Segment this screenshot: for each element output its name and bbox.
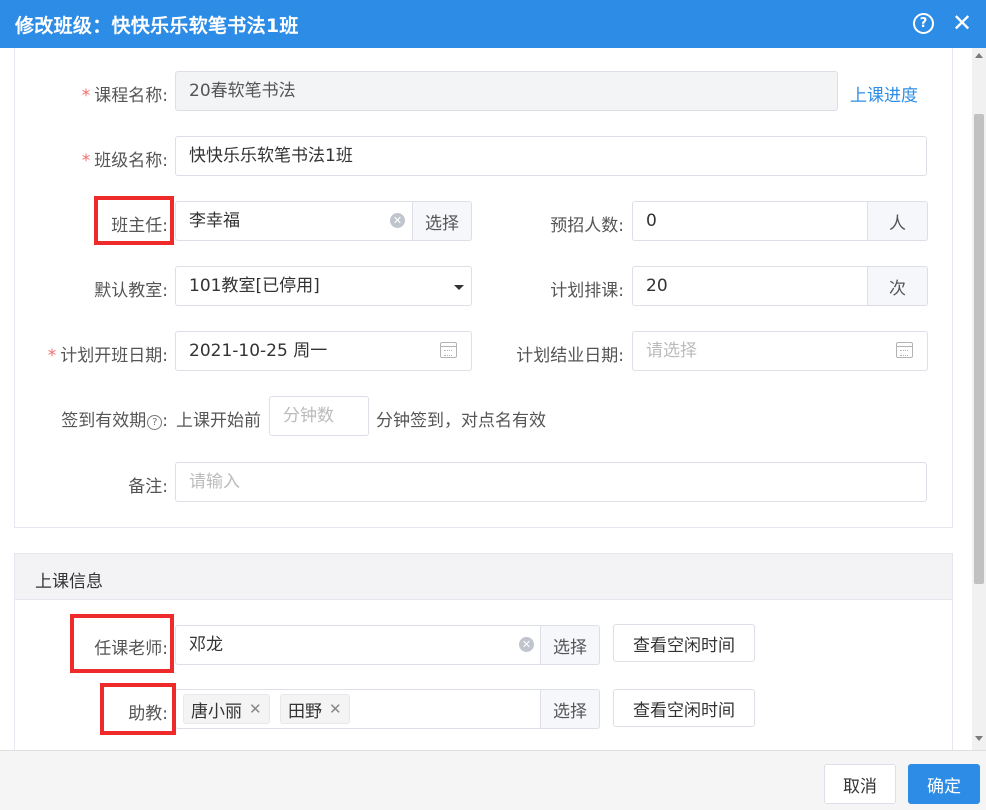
- clear-icon[interactable]: ✕: [519, 637, 534, 652]
- scroll-down-icon[interactable]: [975, 736, 983, 741]
- classroom-label: 默认教室:: [94, 281, 168, 301]
- dialog-footer: 取消 确定: [0, 750, 986, 810]
- remark-input[interactable]: 请输入: [175, 462, 927, 502]
- lesson-progress-link[interactable]: 上课进度: [850, 81, 918, 106]
- checkin-suffix: 分钟签到，对点名有效: [376, 411, 546, 431]
- class-name-input[interactable]: 快快乐乐软笔书法1班: [175, 136, 927, 176]
- enrollment-label: 预招人数:: [550, 216, 624, 236]
- clear-icon[interactable]: ✕: [390, 213, 405, 228]
- end-date-label: 计划结业日期:: [516, 346, 624, 366]
- scrollbar-thumb[interactable]: [974, 114, 984, 584]
- highlight-box-teacher: [70, 614, 174, 673]
- start-date-label: * 计划开班日期:: [47, 346, 168, 366]
- course-name-input[interactable]: 20春软笔书法: [175, 71, 838, 111]
- teacher-free-time-button[interactable]: 查看空闲时间: [613, 624, 755, 662]
- start-date-input[interactable]: 2021-10-25 周一: [175, 331, 472, 371]
- highlight-box-head-teacher: [94, 196, 174, 245]
- scrollbar[interactable]: [972, 48, 986, 750]
- checkin-minutes-input[interactable]: 分钟数: [269, 396, 369, 436]
- question-circle-icon[interactable]: ?: [147, 415, 163, 430]
- course-name-label: * 课程名称:: [81, 86, 168, 106]
- remark-label: 备注:: [128, 477, 168, 497]
- checkin-prefix: 上课开始前: [176, 411, 261, 431]
- scroll-up-icon[interactable]: [975, 53, 983, 58]
- highlight-box-assistant: [100, 683, 176, 735]
- calendar-icon[interactable]: [440, 342, 457, 358]
- calendar-icon[interactable]: [896, 342, 913, 358]
- cancel-button[interactable]: 取消: [824, 764, 896, 804]
- head-teacher-input[interactable]: 李幸福: [175, 201, 413, 241]
- head-teacher-select-button[interactable]: 选择: [412, 201, 472, 241]
- assistant-select-button[interactable]: 选择: [540, 689, 600, 729]
- class-info-header: 上课信息: [15, 554, 952, 600]
- classroom-select[interactable]: 101教室[已停用]: [175, 266, 472, 306]
- enrollment-unit: 人: [867, 201, 928, 241]
- class-name-label: * 班级名称:: [81, 151, 168, 171]
- dialog-title: 修改班级：快快乐乐软笔书法1班: [15, 15, 299, 37]
- question-circle-icon[interactable]: ?: [913, 13, 934, 34]
- teacher-select-button[interactable]: 选择: [540, 625, 600, 665]
- end-date-input[interactable]: 请选择: [632, 331, 928, 371]
- enrollment-input[interactable]: 0: [632, 201, 868, 241]
- close-icon[interactable]: ✕: [951, 10, 973, 36]
- assistant-tag: 田野 ✕: [280, 694, 350, 724]
- checkin-label: 签到有效期?:: [61, 411, 168, 431]
- tag-close-icon[interactable]: ✕: [249, 700, 262, 718]
- dialog-titlebar: 修改班级：快快乐乐软笔书法1班 ? ✕: [0, 0, 986, 48]
- class-info-heading: 上课信息: [35, 572, 103, 592]
- planned-lessons-input[interactable]: 20: [632, 266, 868, 306]
- tag-close-icon[interactable]: ✕: [329, 700, 342, 718]
- assistant-tag: 唐小丽 ✕: [183, 694, 270, 724]
- caret-down-icon: [454, 285, 464, 290]
- teacher-input[interactable]: 邓龙: [175, 625, 541, 665]
- planned-lessons-label: 计划排课:: [550, 281, 624, 301]
- confirm-button[interactable]: 确定: [908, 764, 980, 804]
- assistant-free-time-button[interactable]: 查看空闲时间: [613, 689, 755, 727]
- planned-lessons-unit: 次: [867, 266, 928, 306]
